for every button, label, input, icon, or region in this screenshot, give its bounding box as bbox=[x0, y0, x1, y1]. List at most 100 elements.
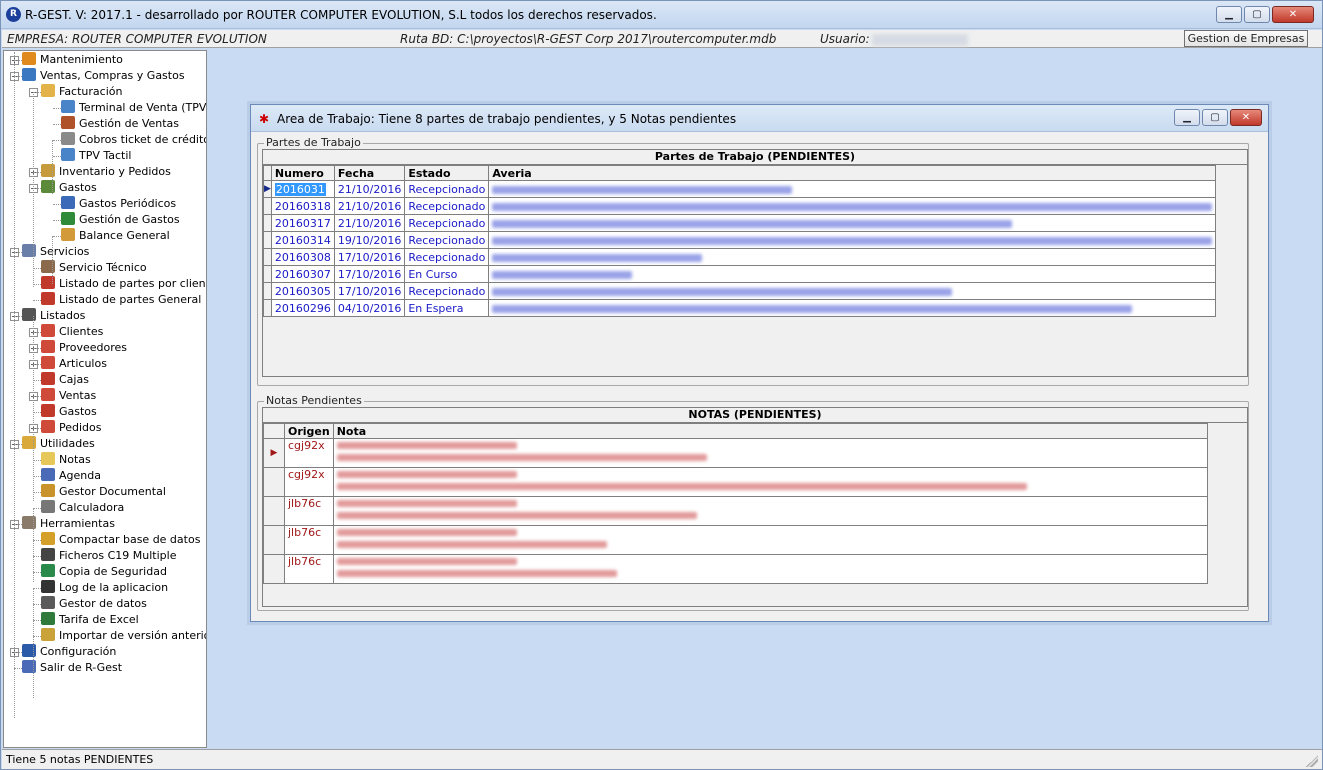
cell-numero-container[interactable]: 2016031 bbox=[270, 180, 335, 198]
cell-fecha[interactable]: 04/10/2016 bbox=[333, 299, 406, 317]
cell-fecha[interactable]: 17/10/2016 bbox=[333, 265, 406, 283]
cell-estado[interactable]: Recepcionado bbox=[404, 248, 490, 266]
tree-item-gestor-documental[interactable]: Gestor Documental bbox=[41, 484, 166, 500]
list-item[interactable]: ▶ cgj92x bbox=[263, 438, 1209, 468]
cell-nota[interactable] bbox=[332, 438, 1209, 468]
table-row[interactable]: 20160314 19/10/2016 Recepcionado bbox=[263, 231, 1217, 249]
tree-item-proveedores[interactable]: + Proveedores bbox=[29, 340, 127, 356]
list-item[interactable]: jlb76c bbox=[263, 496, 1209, 526]
tree-item-ventas[interactable]: + Ventas bbox=[29, 388, 96, 404]
row-indicator[interactable] bbox=[263, 525, 285, 555]
cell-estado[interactable]: Recepcionado bbox=[404, 231, 490, 249]
cell-origen[interactable]: jlb76c bbox=[284, 554, 334, 584]
tree-item-herramientas[interactable]: − Herramientas bbox=[10, 516, 115, 532]
cell-origen[interactable]: cgj92x bbox=[284, 438, 334, 468]
resize-grip-icon[interactable] bbox=[1306, 755, 1318, 767]
column-header-fecha[interactable]: Fecha bbox=[333, 165, 406, 181]
tree-item-compactar-base-de-datos[interactable]: Compactar base de datos bbox=[41, 532, 200, 548]
tree-item-importar-de-versión-anterior[interactable]: Importar de versión anterior bbox=[41, 628, 206, 644]
cell-nota[interactable] bbox=[332, 525, 1209, 555]
tree-item-listados[interactable]: − Listados bbox=[10, 308, 85, 324]
tree-item-notas[interactable]: Notas bbox=[41, 452, 91, 468]
column-header-nota[interactable]: Nota bbox=[332, 423, 1209, 439]
tree-item-gastos-periódicos[interactable]: Gastos Periódicos bbox=[61, 196, 176, 212]
tree-item-cobros-ticket-de-crédito[interactable]: Cobros ticket de crédito bbox=[61, 132, 206, 148]
list-item[interactable]: jlb76c bbox=[263, 554, 1209, 584]
tree-item-ficheros-c19-multiple[interactable]: Ficheros C19 Multiple bbox=[41, 548, 176, 564]
cell-estado[interactable]: Recepcionado bbox=[404, 282, 490, 300]
tree-item-mantenimiento[interactable]: + Mantenimiento bbox=[10, 52, 123, 68]
table-row[interactable]: 20160307 17/10/2016 En Curso bbox=[263, 265, 1217, 283]
work-area-minimize-button[interactable]: ▁ bbox=[1174, 109, 1200, 126]
cell-numero[interactable]: 20160314 bbox=[275, 234, 331, 247]
tree-item-terminal-de-venta-tpv[interactable]: Terminal de Venta (TPV) bbox=[61, 100, 206, 116]
list-item[interactable]: jlb76c bbox=[263, 525, 1209, 555]
cell-averia[interactable] bbox=[488, 214, 1217, 232]
tree-item-gestión-de-gastos[interactable]: Gestión de Gastos bbox=[61, 212, 180, 228]
maximize-button[interactable]: ▢ bbox=[1244, 6, 1270, 23]
column-header-averia[interactable]: Averia bbox=[488, 165, 1217, 181]
cell-origen[interactable]: jlb76c bbox=[284, 496, 334, 526]
column-header-origen[interactable]: Origen bbox=[284, 423, 334, 439]
close-button[interactable]: ✕ bbox=[1272, 6, 1314, 23]
cell-averia[interactable] bbox=[488, 180, 1217, 198]
tree-item-cajas[interactable]: Cajas bbox=[41, 372, 89, 388]
tree-item-copia-de-seguridad[interactable]: Copia de Seguridad bbox=[41, 564, 167, 580]
tree-item-listado-de-partes-general[interactable]: Listado de partes General bbox=[41, 292, 201, 308]
tree-item-inventario-y-pedidos[interactable]: + Inventario y Pedidos bbox=[29, 164, 171, 180]
table-row[interactable]: 20160317 21/10/2016 Recepcionado bbox=[263, 214, 1217, 232]
tree-item-tpv-tactil[interactable]: TPV Tactil bbox=[61, 148, 132, 164]
tree-item-gestor-de-datos[interactable]: Gestor de datos bbox=[41, 596, 147, 612]
list-item[interactable]: cgj92x bbox=[263, 467, 1209, 497]
cell-averia[interactable] bbox=[488, 265, 1217, 283]
tree-item-balance-general[interactable]: Balance General bbox=[61, 228, 170, 244]
gestion-empresas-button[interactable]: Gestion de Empresas bbox=[1184, 30, 1308, 47]
tree-item-tarifa-de-excel[interactable]: Tarifa de Excel bbox=[41, 612, 139, 628]
tree-item-facturación[interactable]: − Facturación bbox=[29, 84, 122, 100]
row-indicator[interactable] bbox=[263, 496, 285, 526]
current-row-arrow-icon[interactable]: ▶ bbox=[263, 180, 272, 198]
cell-numero[interactable]: 20160305 bbox=[275, 285, 331, 298]
tree-item-pedidos[interactable]: + Pedidos bbox=[29, 420, 102, 436]
table-row[interactable]: ▶ 2016031 21/10/2016 Recepcionado bbox=[263, 180, 1217, 198]
work-area-close-button[interactable]: ✕ bbox=[1230, 109, 1262, 126]
row-indicator[interactable] bbox=[263, 248, 272, 266]
tree-item-articulos[interactable]: + Articulos bbox=[29, 356, 107, 372]
cell-origen[interactable]: cgj92x bbox=[284, 467, 334, 497]
row-indicator[interactable] bbox=[263, 265, 272, 283]
minimize-button[interactable]: ▁ bbox=[1216, 6, 1242, 23]
tree-item-clientes[interactable]: + Clientes bbox=[29, 324, 103, 340]
cell-estado[interactable]: Recepcionado bbox=[404, 197, 490, 215]
cell-nota[interactable] bbox=[332, 554, 1209, 584]
column-header-numero[interactable]: Numero bbox=[270, 165, 335, 181]
cell-fecha[interactable]: 21/10/2016 bbox=[333, 180, 406, 198]
cell-fecha[interactable]: 21/10/2016 bbox=[333, 214, 406, 232]
cell-estado[interactable]: En Espera bbox=[404, 299, 490, 317]
cell-numero[interactable]: 2016031 bbox=[274, 182, 326, 196]
rgest-app-icon[interactable]: R bbox=[6, 7, 21, 22]
cell-numero[interactable]: 20160308 bbox=[275, 251, 331, 264]
column-header-estado[interactable]: Estado bbox=[404, 165, 490, 181]
cell-fecha[interactable]: 17/10/2016 bbox=[333, 248, 406, 266]
partes-grid[interactable]: Partes de Trabajo (PENDIENTES) Numero Fe… bbox=[262, 149, 1248, 377]
row-indicator[interactable] bbox=[263, 467, 285, 497]
tree-item-agenda[interactable]: Agenda bbox=[41, 468, 101, 484]
work-area-title-bar[interactable]: ✱ Area de Trabajo: Tiene 8 partes de tra… bbox=[251, 105, 1268, 132]
table-row[interactable]: 20160308 17/10/2016 Recepcionado bbox=[263, 248, 1217, 266]
current-row-arrow-icon[interactable]: ▶ bbox=[263, 438, 285, 468]
cell-estado[interactable]: Recepcionado bbox=[404, 214, 490, 232]
cell-nota[interactable] bbox=[332, 496, 1209, 526]
row-indicator[interactable] bbox=[263, 554, 285, 584]
cell-averia[interactable] bbox=[488, 282, 1217, 300]
cell-estado[interactable]: Recepcionado bbox=[404, 180, 490, 198]
cell-numero[interactable]: 20160317 bbox=[275, 217, 331, 230]
tree-item-listado-de-partes-por-cliente[interactable]: Listado de partes por cliente bbox=[41, 276, 206, 292]
cell-numero[interactable]: 20160318 bbox=[275, 200, 331, 213]
row-indicator[interactable] bbox=[263, 197, 272, 215]
tree-item-gestión-de-ventas[interactable]: Gestión de Ventas bbox=[61, 116, 179, 132]
table-row[interactable]: 20160305 17/10/2016 Recepcionado bbox=[263, 282, 1217, 300]
tree-item-salir-de-r-gest[interactable]: Salir de R-Gest bbox=[22, 660, 122, 676]
work-area-maximize-button[interactable]: ▢ bbox=[1202, 109, 1228, 126]
partes-table[interactable]: Numero Fecha Estado Averia ▶ 2016031 21/10… bbox=[263, 165, 1217, 317]
cell-numero-container[interactable]: 20160318 bbox=[270, 197, 335, 215]
